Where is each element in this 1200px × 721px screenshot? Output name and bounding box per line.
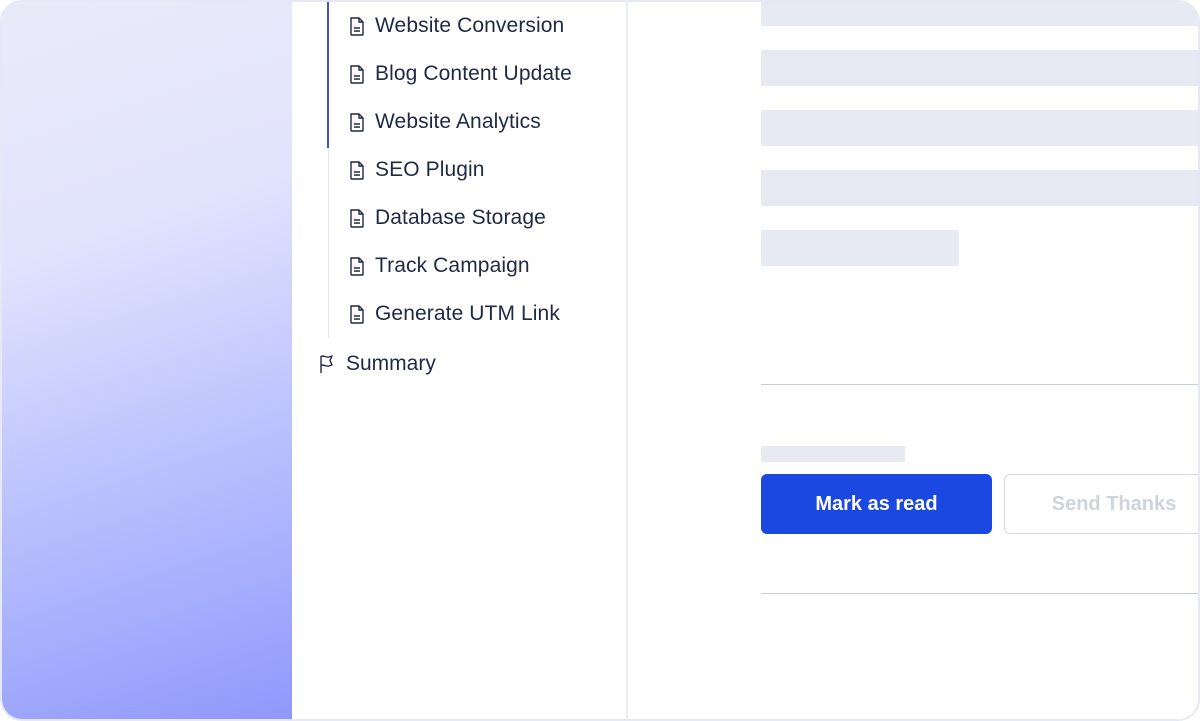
mark-as-read-button[interactable]: Mark as read (761, 474, 992, 534)
nav-item-label: Website Analytics (375, 110, 541, 133)
nav-item-track-campaign[interactable]: Track Campaign (328, 242, 624, 290)
decorative-gradient-panel (2, 2, 292, 719)
summary-label: Summary (346, 352, 436, 375)
content-pane: Mark as read Send Thanks (628, 2, 1198, 719)
document-icon (348, 160, 366, 180)
flag-icon (319, 354, 337, 374)
nav-item-label: Blog Content Update (375, 62, 572, 85)
nav-item-summary[interactable]: Summary (319, 340, 436, 388)
lesson-sidebar: Website Conversion Blog Content Update W… (292, 2, 628, 719)
nav-item-generate-utm-link[interactable]: Generate UTM Link (328, 290, 624, 338)
skeleton-line (761, 170, 1198, 206)
document-icon (348, 208, 366, 228)
nav-item-label: Generate UTM Link (375, 302, 560, 325)
nav-item-blog-content-update[interactable]: Blog Content Update (328, 50, 624, 98)
document-icon (348, 304, 366, 324)
send-thanks-button[interactable]: Send Thanks (1004, 474, 1198, 534)
nav-item-website-analytics[interactable]: Website Analytics (328, 98, 624, 146)
divider (761, 593, 1198, 594)
skeleton-line (761, 230, 959, 266)
nav-item-seo-plugin[interactable]: SEO Plugin (328, 146, 624, 194)
document-icon (348, 256, 366, 276)
skeleton-line (761, 50, 1198, 86)
document-icon (348, 112, 366, 132)
lesson-list: Website Conversion Blog Content Update W… (327, 2, 624, 338)
nav-item-label: SEO Plugin (375, 158, 485, 181)
nav-item-label: Track Campaign (375, 254, 530, 277)
skeleton-line (761, 446, 905, 462)
divider (761, 384, 1198, 385)
document-icon (348, 16, 366, 36)
skeleton-line (761, 110, 1198, 146)
app-window: Website Conversion Blog Content Update W… (0, 0, 1200, 721)
nav-item-label: Website Conversion (375, 14, 565, 37)
nav-item-label: Database Storage (375, 206, 546, 229)
nav-item-database-storage[interactable]: Database Storage (328, 194, 624, 242)
document-icon (348, 64, 366, 84)
skeleton-line (761, 2, 1198, 26)
nav-item-website-conversion[interactable]: Website Conversion (328, 2, 624, 50)
